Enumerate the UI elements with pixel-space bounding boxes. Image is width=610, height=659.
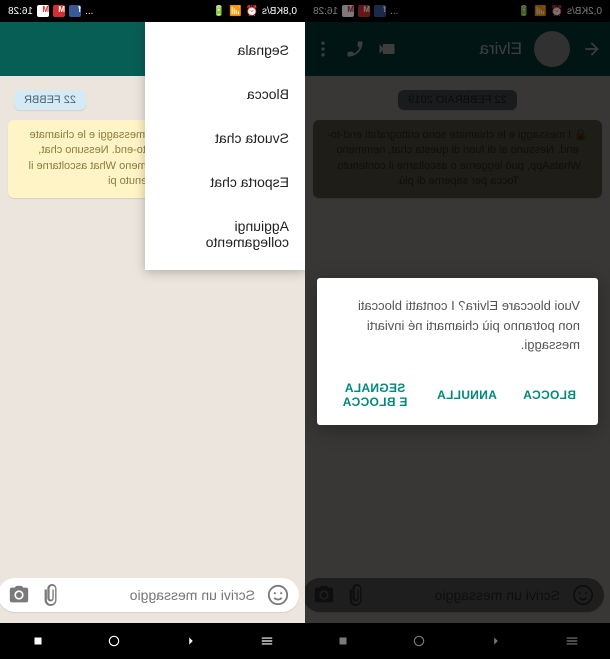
emoji-icon[interactable] (267, 584, 289, 606)
dialog-overlay[interactable]: Vuoi bloccare Elvira? I contatti bloccat… (305, 0, 610, 659)
menu-collegamento[interactable]: Aggiungi collegamento (145, 204, 305, 264)
nav-menu-icon[interactable] (260, 634, 274, 648)
camera-icon[interactable] (8, 584, 30, 606)
menu-esporta[interactable]: Esporta chat (145, 160, 305, 204)
input-wrap[interactable] (0, 578, 299, 612)
screen-dialog: 0,2KB/s ⏰📶🔋 ... f M M 16:28 Elvira 22 FE… (305, 0, 610, 659)
overflow-menu: Segnala Blocca Svuota chat Esporta chat … (145, 22, 305, 270)
date-pill: 22 FEBBR (14, 90, 86, 110)
menu-segnala[interactable]: Segnala (145, 28, 305, 72)
nav-back-icon[interactable] (184, 634, 198, 648)
dialog-text: Vuoi bloccare Elvira? I contatti bloccat… (335, 296, 580, 355)
menu-svuota[interactable]: Svuota chat (145, 116, 305, 160)
cancel-button[interactable]: ANNULLA (433, 373, 501, 417)
message-input[interactable] (72, 586, 257, 604)
nav-recent-icon[interactable] (31, 634, 45, 648)
screen-menu: 0,8KB/s ⏰📶🔋 ... f M M 16:28 Elvira 22 FE… (0, 0, 305, 659)
net-speed: 0,8KB/s (262, 6, 297, 17)
status-bar: 0,8KB/s ⏰📶🔋 ... f M M 16:28 (0, 0, 305, 22)
report-block-button[interactable]: SEGNALA E BLOCCA (335, 373, 415, 417)
block-dialog: Vuoi bloccare Elvira? I contatti bloccat… (317, 278, 598, 425)
menu-blocca[interactable]: Blocca (145, 72, 305, 116)
attach-icon[interactable] (40, 584, 62, 606)
status-time: 16:28 (8, 6, 33, 17)
nav-home-icon[interactable] (107, 634, 121, 648)
nav-bar (0, 623, 305, 659)
block-button[interactable]: BLOCCA (519, 373, 580, 417)
composer (0, 567, 305, 623)
